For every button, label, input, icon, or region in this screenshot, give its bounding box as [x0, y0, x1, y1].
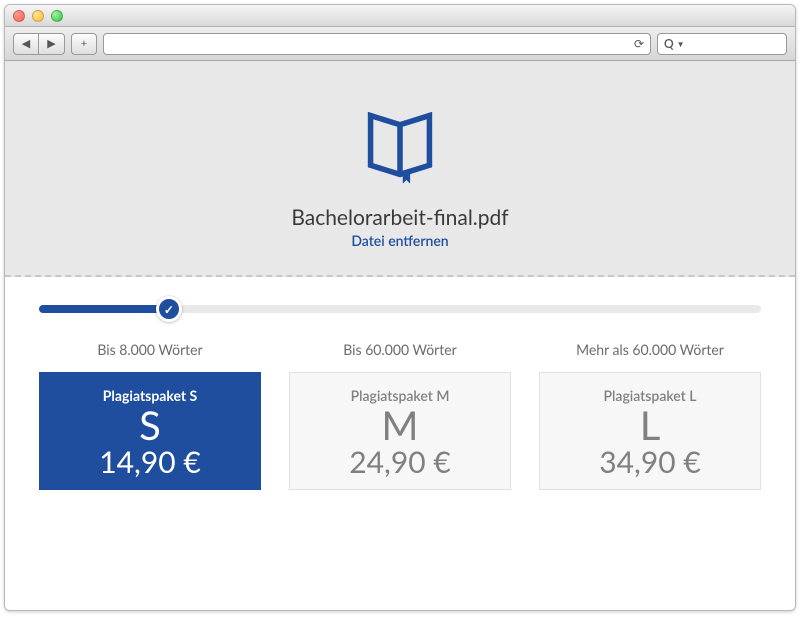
slider-track: ✓: [39, 305, 761, 313]
close-window-button[interactable]: [13, 10, 25, 22]
package-price: 24,90 €: [296, 446, 504, 479]
new-tab-button[interactable]: +: [71, 33, 97, 55]
package-card-l[interactable]: Plagiatspaket L L 34,90 €: [539, 372, 761, 490]
browser-window: ◀ ▶ + ⟳ Q ▼ Bachelorarbeit-fi: [4, 4, 796, 611]
upload-area: Bachelorarbeit-final.pdf Datei entfernen: [5, 61, 795, 275]
package-size: M: [296, 404, 504, 446]
package-card-s[interactable]: Plagiatspaket S S 14,90 €: [39, 372, 261, 490]
minimize-window-button[interactable]: [32, 10, 44, 22]
package-size: L: [546, 404, 754, 446]
package-range: Mehr als 60.000 Wörter: [576, 341, 724, 358]
nav-buttons: ◀ ▶: [13, 33, 65, 55]
back-button[interactable]: ◀: [13, 33, 39, 55]
chevron-left-icon: ◀: [22, 37, 30, 50]
package-card-m[interactable]: Plagiatspaket M M 24,90 €: [289, 372, 511, 490]
package-selection: ✓ Bis 8.000 Wörter Plagiatspaket S S 14,…: [5, 277, 795, 610]
search-bar[interactable]: Q ▼: [657, 33, 787, 55]
page-content: Bachelorarbeit-final.pdf Datei entfernen…: [5, 61, 795, 610]
package-m: Bis 60.000 Wörter Plagiatspaket M M 24,9…: [289, 341, 511, 490]
remove-file-link[interactable]: Datei entfernen: [351, 232, 448, 249]
package-s: Bis 8.000 Wörter Plagiatspaket S S 14,90…: [39, 341, 261, 490]
book-icon: [354, 99, 446, 191]
chevron-down-icon: ▼: [677, 39, 685, 49]
zoom-window-button[interactable]: [51, 10, 63, 22]
chevron-right-icon: ▶: [47, 37, 55, 50]
titlebar: [5, 5, 795, 27]
reload-icon[interactable]: ⟳: [634, 36, 644, 51]
slider-knob[interactable]: ✓: [156, 296, 182, 322]
package-l: Mehr als 60.000 Wörter Plagiatspaket L L…: [539, 341, 761, 490]
uploaded-filename: Bachelorarbeit-final.pdf: [291, 205, 508, 230]
search-icon: Q: [664, 36, 674, 51]
url-bar[interactable]: ⟳: [103, 33, 651, 55]
forward-button[interactable]: ▶: [39, 33, 65, 55]
traffic-lights: [13, 10, 63, 22]
slider-fill: [39, 305, 169, 313]
package-size: S: [46, 404, 254, 446]
plus-icon: +: [81, 37, 87, 50]
check-icon: ✓: [164, 302, 174, 317]
package-range: Bis 8.000 Wörter: [97, 341, 202, 358]
package-price: 14,90 €: [46, 446, 254, 479]
package-range: Bis 60.000 Wörter: [343, 341, 456, 358]
package-list: Bis 8.000 Wörter Plagiatspaket S S 14,90…: [39, 341, 761, 490]
browser-toolbar: ◀ ▶ + ⟳ Q ▼: [5, 27, 795, 61]
word-count-slider[interactable]: ✓: [39, 277, 761, 323]
package-price: 34,90 €: [546, 446, 754, 479]
